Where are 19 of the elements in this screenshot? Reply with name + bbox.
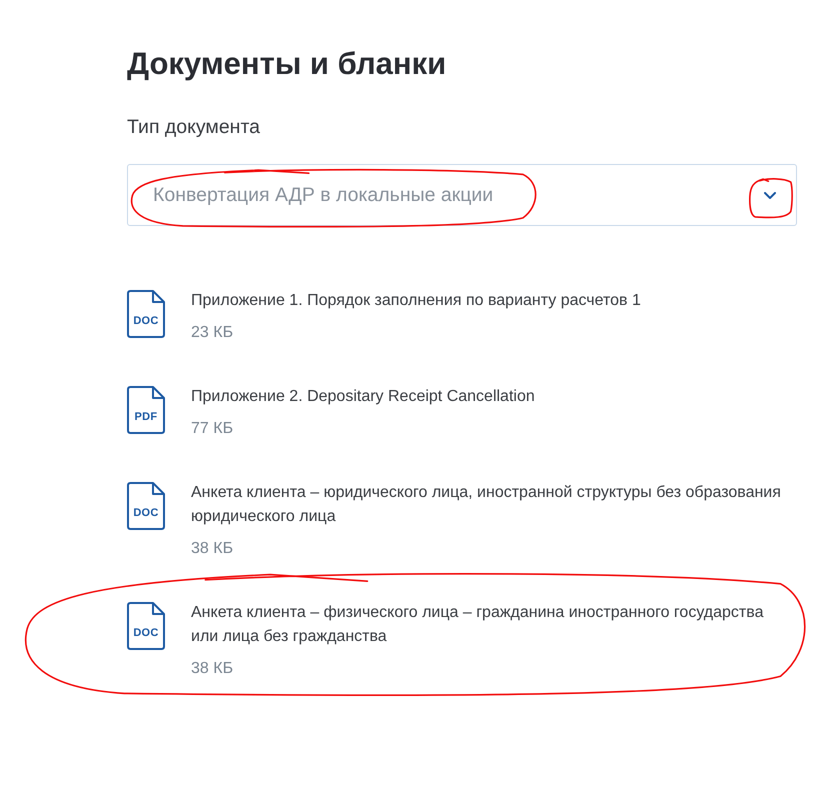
file-type-label: DOC [132,627,160,640]
chevron-down-icon [764,192,776,198]
document-icon [127,482,165,530]
document-icon [127,602,165,650]
field-label: Тип документа [127,115,262,139]
file-type-label: DOC [132,507,160,520]
file-size: 38 КБ [191,539,234,559]
file-size: 77 КБ [191,419,234,439]
document-link[interactable]: Приложение 2. Depositary Receipt Cancellation [191,385,788,409]
page-title: Документы и бланки [127,46,448,82]
document-link[interactable]: Приложение 1. Порядок заполнения по варианту расчетов 1 [191,289,788,313]
document-icon [127,290,165,338]
file-type-label: PDF [134,411,158,424]
document-icon [127,386,165,434]
document-link[interactable]: Анкета клиента – физического лица – гражданина иностранного государства или лица без гражданства [191,601,788,649]
file-size: 38 КБ [191,659,234,679]
file-type-label: DOC [132,315,160,328]
file-size: 23 КБ [191,323,234,343]
document-link[interactable]: Анкета клиента – юридического лица, иностранной структуры без образования юридического лица [191,481,788,529]
